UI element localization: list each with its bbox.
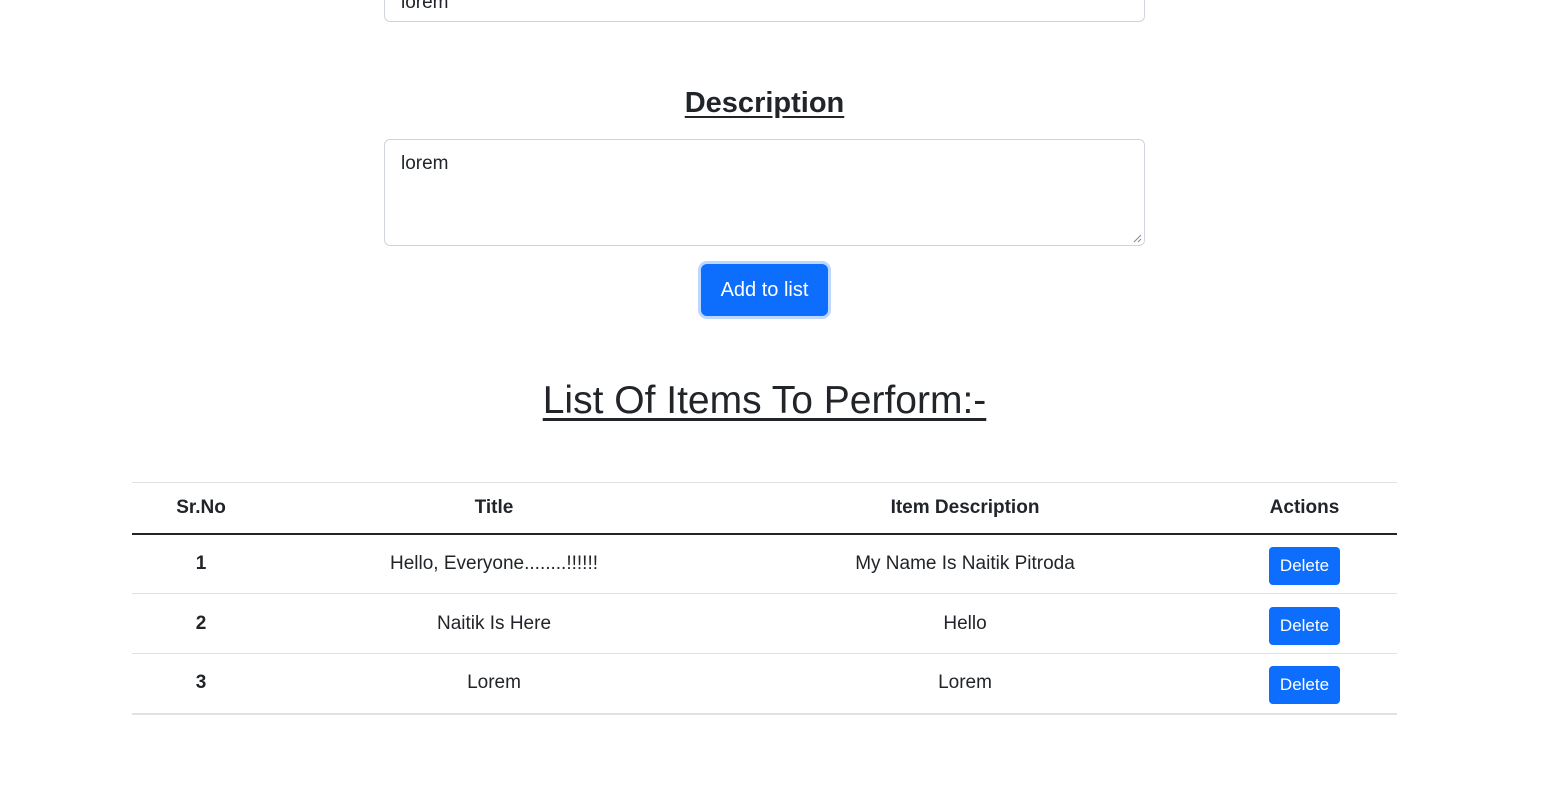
description-textarea[interactable]: lorem	[384, 139, 1145, 246]
delete-button[interactable]: Delete	[1268, 546, 1341, 585]
table-row: 1 Hello, Everyone........!!!!!! My Name …	[132, 534, 1397, 594]
description-textarea-value: lorem	[401, 153, 449, 174]
row-description: Hello	[943, 612, 987, 634]
column-header-sr-no: Sr.No	[176, 496, 226, 518]
delete-button[interactable]: Delete	[1268, 606, 1341, 645]
row-title: Naitik Is Here	[436, 612, 552, 634]
column-header-title: Title	[474, 496, 514, 518]
column-header-actions: Actions	[1269, 496, 1340, 518]
title-input[interactable]: lorem	[384, 0, 1145, 22]
table-row: 2 Naitik Is Here Hello Delete	[132, 594, 1397, 654]
row-description: My Name Is Naitik Pitroda	[855, 552, 1075, 574]
row-sr-no: 3	[195, 672, 207, 694]
description-heading: Description	[684, 87, 845, 119]
row-actions: Delete	[1212, 534, 1397, 594]
items-table: Sr.No Title Item Description Actions 1 H…	[132, 482, 1397, 715]
resize-grip-icon[interactable]	[1132, 233, 1142, 243]
add-to-list-button[interactable]: Add to list	[701, 264, 828, 316]
table-row: 3 Lorem Lorem Delete	[132, 654, 1397, 714]
column-header-item-description: Item Description	[890, 496, 1040, 518]
list-heading: List Of Items To Perform:-	[542, 379, 987, 422]
row-description: Lorem	[938, 672, 992, 694]
table-header-row: Sr.No Title Item Description Actions	[132, 482, 1397, 534]
page: lorem Description lorem Add to list List…	[0, 0, 1566, 802]
row-actions: Delete	[1212, 654, 1397, 714]
row-title: Lorem	[467, 672, 521, 694]
row-actions: Delete	[1212, 594, 1397, 654]
row-sr-no: 2	[195, 612, 207, 634]
row-sr-no: 1	[195, 552, 207, 574]
row-title: Hello, Everyone........!!!!!!	[389, 552, 599, 574]
delete-button[interactable]: Delete	[1268, 666, 1341, 705]
